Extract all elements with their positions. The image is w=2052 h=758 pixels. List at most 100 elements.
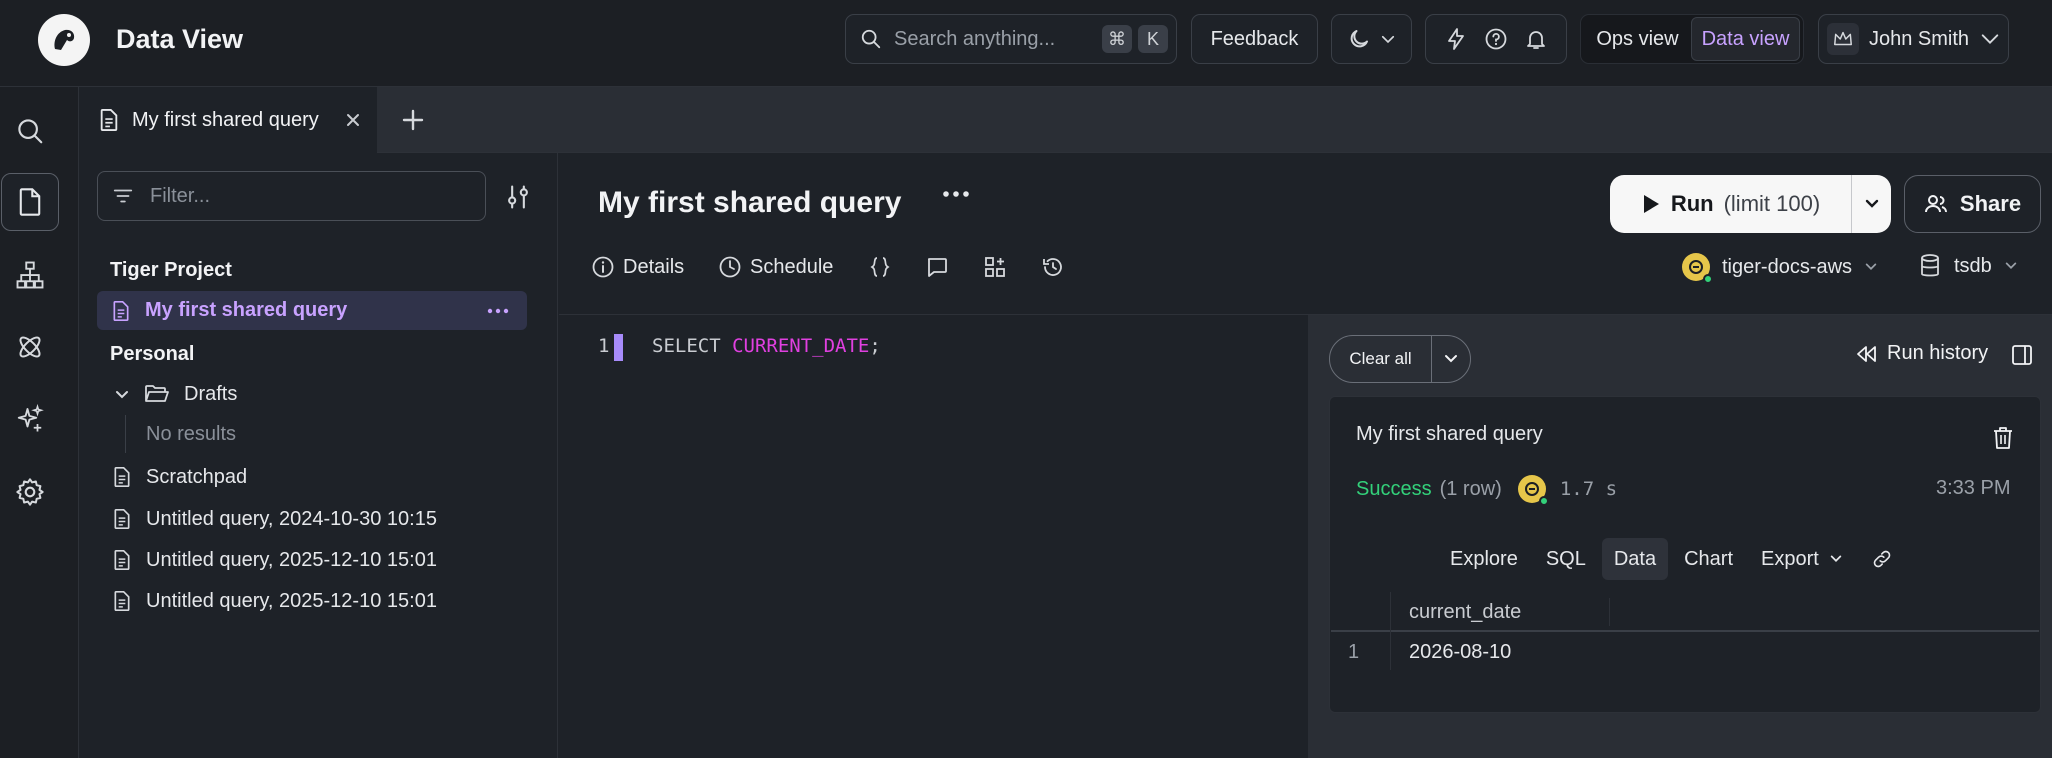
- result-status: Success (1 row) 1.7 s: [1356, 475, 1618, 506]
- export-label: Export: [1761, 547, 1819, 570]
- code-line[interactable]: SELECT CURRENT_DATE;: [652, 335, 881, 357]
- service-avatar: [1682, 253, 1713, 284]
- app-logo[interactable]: [38, 14, 90, 66]
- tab-data[interactable]: Data: [1601, 538, 1669, 580]
- rail-settings-button[interactable]: [1, 463, 59, 521]
- filter-input[interactable]: [150, 184, 450, 208]
- details-button[interactable]: Details: [591, 255, 684, 279]
- history-icon: [1043, 258, 1062, 276]
- share-button[interactable]: Share: [1904, 175, 2041, 233]
- shortcut-key-cmd: ⌘: [1102, 25, 1132, 53]
- schedule-button[interactable]: Schedule: [718, 255, 833, 279]
- query-title[interactable]: My first shared query: [598, 184, 901, 222]
- help-icon: [1485, 28, 1507, 50]
- table-cell[interactable]: 2026-08-10: [1409, 641, 1511, 664]
- theme-toggle[interactable]: [1331, 14, 1412, 64]
- tiger-icon: [1524, 482, 1539, 496]
- bell-icon: [1527, 31, 1545, 49]
- panel-right-icon: [2012, 345, 2032, 365]
- document-icon: [114, 550, 130, 570]
- sql-editor[interactable]: [559, 314, 1308, 758]
- service-avatar: [1517, 475, 1549, 506]
- copy-link-button[interactable]: [1859, 538, 1905, 580]
- user-avatar: [1827, 23, 1859, 55]
- rewind-icon: [1857, 345, 1876, 362]
- tree-guide-line: [125, 415, 126, 453]
- ops-view-button[interactable]: Ops view: [1584, 17, 1691, 61]
- database-selector[interactable]: tsdb: [1918, 253, 2018, 279]
- grid-column-divider: [1390, 592, 1391, 670]
- row-number: 1: [1348, 641, 1360, 663]
- rail-queries-button[interactable]: [1, 173, 59, 231]
- sidebar-filter[interactable]: [97, 171, 486, 221]
- more-horizontal-icon: [487, 308, 509, 313]
- document-icon: [114, 467, 130, 487]
- status-badge: Success: [1356, 477, 1432, 500]
- tab-my-first-shared-query[interactable]: My first shared query: [80, 87, 377, 153]
- rail-integrations-button[interactable]: [1, 318, 59, 376]
- folder-open-icon: [145, 385, 169, 402]
- tab-chart[interactable]: Chart: [1672, 538, 1745, 580]
- version-history-button[interactable]: [1041, 255, 1065, 279]
- column-header[interactable]: current_date: [1409, 601, 1521, 624]
- sidebar-item-scratchpad[interactable]: Scratchpad: [112, 458, 247, 496]
- rail-ai-button[interactable]: [1, 390, 59, 448]
- clear-all-options-button[interactable]: [1432, 351, 1470, 367]
- tab-export[interactable]: Export: [1749, 538, 1855, 580]
- sidebar-item-untitled-query[interactable]: Untitled query, 2025-12-10 15:01: [112, 582, 437, 620]
- comments-button[interactable]: [925, 255, 949, 279]
- toggle-panel-button[interactable]: [2010, 343, 2034, 367]
- clear-all-button[interactable]: Clear all: [1330, 336, 1432, 382]
- sidebar-item-my-first-shared-query[interactable]: My first shared query: [97, 291, 527, 330]
- run-history-button[interactable]: Run history: [1855, 342, 1988, 365]
- dashboard-button[interactable]: [983, 255, 1007, 279]
- sidebar-item-untitled-query[interactable]: Untitled query, 2024-10-30 10:15: [112, 500, 437, 538]
- header-actions: [1425, 14, 1567, 64]
- braces-icon: [870, 257, 890, 277]
- chevron-down-icon: [1381, 35, 1394, 44]
- result-time: 3:33 PM: [1936, 477, 2011, 499]
- section-personal: Personal: [110, 343, 195, 365]
- more-horizontal-icon: [943, 191, 969, 197]
- notifications-button[interactable]: [1524, 27, 1548, 51]
- crown-icon: [1834, 31, 1852, 46]
- run-history-label: Run history: [1887, 342, 1989, 364]
- feedback-button[interactable]: Feedback: [1191, 14, 1318, 64]
- format-button[interactable]: [868, 255, 892, 279]
- connection-selector[interactable]: tiger-docs-aws: [1682, 253, 1878, 284]
- duration: 1.7 s: [1559, 478, 1618, 500]
- schedule-label: Schedule: [750, 255, 834, 278]
- delete-result-button[interactable]: [1992, 426, 2014, 450]
- help-button[interactable]: [1484, 27, 1508, 51]
- item-more-button[interactable]: [487, 308, 509, 314]
- sidebar-item-label: Untitled query, 2025-12-10 15:01: [146, 589, 437, 612]
- global-search[interactable]: ⌘ K: [845, 14, 1177, 64]
- run-options-button[interactable]: [1852, 175, 1891, 233]
- search-input[interactable]: [894, 27, 1094, 51]
- chevron-down-icon: [1865, 199, 1878, 208]
- run-limit: (limit 100): [1723, 191, 1821, 216]
- database-name: tsdb: [1954, 254, 1992, 277]
- result-title: My first shared query: [1356, 423, 1543, 445]
- flash-button[interactable]: [1444, 27, 1468, 51]
- close-tab-button[interactable]: [345, 112, 361, 128]
- run-button[interactable]: Run (limit 100): [1610, 175, 1852, 233]
- tab-sql[interactable]: SQL: [1534, 538, 1598, 580]
- data-view-button[interactable]: Data view: [1691, 17, 1800, 61]
- rail-search-button[interactable]: [1, 102, 59, 160]
- clear-all-group: Clear all: [1329, 335, 1471, 383]
- document-icon: [114, 591, 130, 611]
- query-more-button[interactable]: [942, 190, 970, 198]
- info-icon: [592, 256, 614, 278]
- close-icon: [346, 114, 359, 126]
- status-dot: [1703, 274, 1713, 284]
- rail-schema-button[interactable]: [1, 246, 59, 304]
- sidebar-item-untitled-query[interactable]: Untitled query, 2025-12-10 15:01: [112, 541, 437, 579]
- tab-explore[interactable]: Explore: [1438, 538, 1530, 580]
- sidebar-folder-drafts[interactable]: Drafts: [114, 375, 237, 413]
- new-tab-button[interactable]: [393, 100, 433, 140]
- search-icon: [861, 29, 881, 49]
- sidebar-item-label: Untitled query, 2024-10-30 10:15: [146, 507, 437, 530]
- sidebar-options-button[interactable]: [503, 183, 533, 211]
- user-menu[interactable]: John Smith: [1818, 14, 2009, 64]
